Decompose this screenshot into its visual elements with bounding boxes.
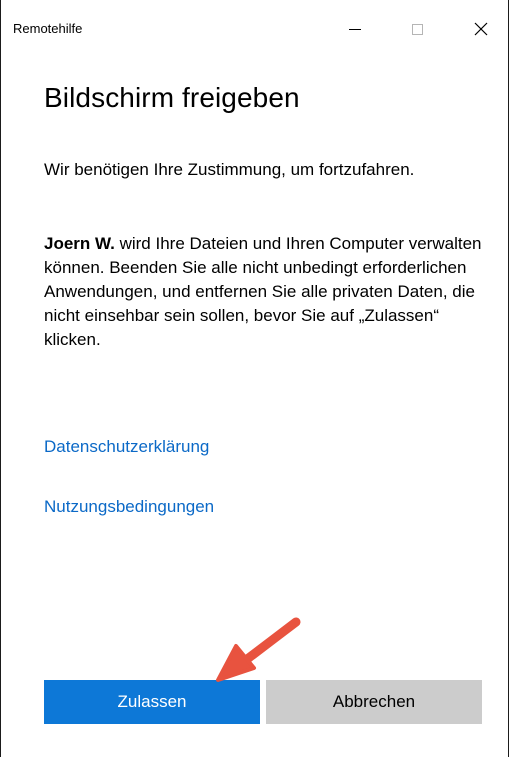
cancel-button[interactable]: Abbrechen	[266, 680, 482, 724]
remote-assistance-window: Remotehilfe Bildschirm freigeben Wir ben…	[0, 0, 509, 757]
close-icon	[474, 22, 488, 36]
consent-text: Wir benötigen Ihre Zustimmung, um fortzu…	[44, 160, 415, 179]
maximize-icon	[411, 23, 423, 35]
minimize-button[interactable]	[332, 10, 378, 48]
allow-button[interactable]: Zulassen	[44, 680, 260, 724]
info-paragraph: Joern W. wird Ihre Dateien und Ihren Com…	[44, 232, 489, 352]
terms-link[interactable]: Nutzungsbedingungen	[44, 497, 214, 517]
window-title: Remotehilfe	[13, 21, 83, 36]
minimize-icon	[349, 28, 361, 30]
privacy-link[interactable]: Datenschutzerklärung	[44, 437, 209, 457]
dialog-heading: Bildschirm freigeben	[44, 82, 300, 113]
maximize-button	[394, 10, 440, 48]
close-button[interactable]	[458, 10, 504, 48]
title-bar: Remotehilfe	[1, 0, 508, 56]
helper-name: Joern W.	[44, 234, 115, 253]
